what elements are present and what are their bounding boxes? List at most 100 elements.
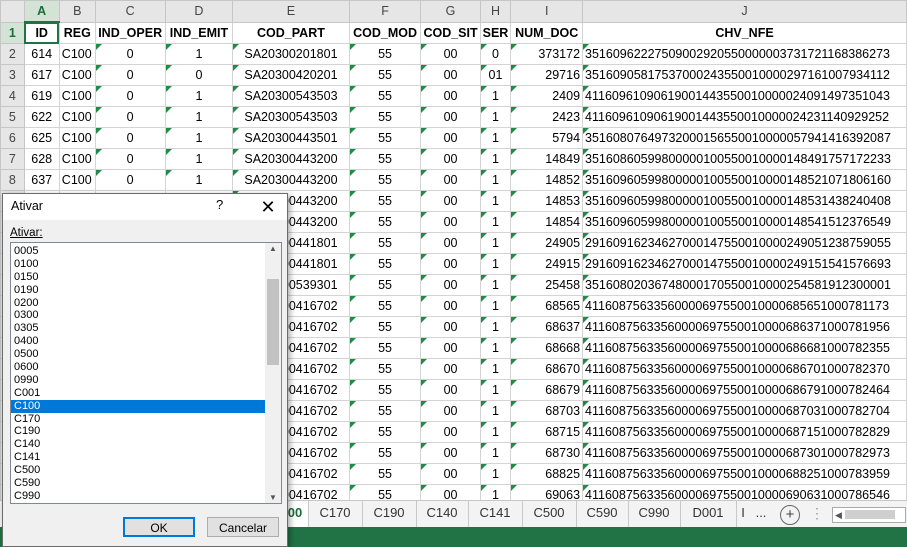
list-item[interactable]: C990 — [11, 490, 265, 503]
list-item[interactable]: C100 — [11, 400, 265, 413]
cell-g[interactable]: 00 — [421, 464, 480, 485]
list-item[interactable]: 0400 — [11, 335, 265, 348]
cell-j[interactable]: 4116096109061900144355001000002423114092… — [583, 107, 907, 128]
cell-i[interactable]: 25458 — [511, 275, 583, 296]
list-item[interactable]: 0600 — [11, 361, 265, 374]
list-item[interactable]: C190 — [11, 425, 265, 438]
cancel-button[interactable]: Cancelar — [207, 517, 279, 537]
cell-c[interactable]: 0 — [95, 86, 165, 107]
scroll-left-icon[interactable]: ◀ — [835, 508, 842, 522]
cell-g[interactable]: 00 — [421, 65, 480, 86]
cell-h[interactable]: 1 — [480, 296, 511, 317]
sheet-tab-c141[interactable]: C141 — [468, 501, 523, 527]
list-item[interactable]: 0990 — [11, 374, 265, 387]
cell-a[interactable]: 625 — [24, 128, 59, 149]
cell-h[interactable]: 1 — [480, 359, 511, 380]
cell-f[interactable]: 55 — [349, 86, 421, 107]
cell-j[interactable]: 4116087563356000069755001000068637100078… — [583, 317, 907, 338]
cell-i[interactable]: 14854 — [511, 212, 583, 233]
cell-g[interactable]: 00 — [421, 338, 480, 359]
cell-j[interactable]: 2916091623462700014755001000024905123875… — [583, 233, 907, 254]
row-number[interactable]: 5 — [1, 107, 25, 128]
cell-g[interactable]: 00 — [421, 44, 480, 65]
list-item[interactable]: 0300 — [11, 309, 265, 322]
sheet-tab-c590[interactable]: C590 — [576, 501, 629, 527]
cell-b[interactable]: C100 — [59, 149, 95, 170]
column-header-b[interactable]: B — [59, 1, 95, 23]
cell-g[interactable]: 00 — [421, 128, 480, 149]
header-cell[interactable]: REG — [59, 22, 95, 44]
cell-f[interactable]: 55 — [349, 65, 421, 86]
cell-d[interactable]: 1 — [165, 86, 233, 107]
cell-f[interactable]: 55 — [349, 233, 421, 254]
ok-button[interactable]: OK — [123, 517, 195, 537]
row-number[interactable]: 1 — [1, 22, 25, 44]
cell-g[interactable]: 00 — [421, 233, 480, 254]
cell-d[interactable]: 0 — [165, 65, 233, 86]
cell-h[interactable]: 01 — [480, 65, 511, 86]
cell-j[interactable]: 3516096059980000010055001000014853143824… — [583, 191, 907, 212]
cell-b[interactable]: C100 — [59, 170, 95, 191]
cell-d[interactable]: 1 — [165, 128, 233, 149]
column-header-g[interactable]: G — [421, 1, 480, 23]
cell-j[interactable]: 4116087563356000069755001000068703100078… — [583, 401, 907, 422]
cell-e[interactable]: SA20300543503 — [233, 107, 349, 128]
sheet-tab-c500[interactable]: C500 — [522, 501, 577, 527]
cell-j[interactable]: 4116087563356000069755001000069063100078… — [583, 485, 907, 501]
row-number[interactable]: 3 — [1, 65, 25, 86]
scroll-down-icon[interactable]: ▼ — [265, 493, 281, 502]
cell-j[interactable]: 4116087563356000069755001000068825100078… — [583, 464, 907, 485]
cell-i[interactable]: 24905 — [511, 233, 583, 254]
cell-i[interactable]: 68730 — [511, 443, 583, 464]
cell-f[interactable]: 55 — [349, 254, 421, 275]
cell-g[interactable]: 00 — [421, 149, 480, 170]
cell-j[interactable]: 4116087563356000069755001000068715100078… — [583, 422, 907, 443]
cell-f[interactable]: 55 — [349, 359, 421, 380]
cell-f[interactable]: 55 — [349, 44, 421, 65]
horizontal-scrollbar[interactable]: ◀ — [832, 507, 906, 523]
cell-c[interactable]: 0 — [95, 149, 165, 170]
cell-h[interactable]: 1 — [480, 380, 511, 401]
cell-j[interactable]: 3516080203674800017055001000025458191230… — [583, 275, 907, 296]
cell-g[interactable]: 00 — [421, 107, 480, 128]
header-cell[interactable]: COD_PART — [233, 22, 349, 44]
cell-i[interactable]: 68679 — [511, 380, 583, 401]
cell-e[interactable]: SA20300543503 — [233, 86, 349, 107]
cell-g[interactable]: 00 — [421, 380, 480, 401]
cell-i[interactable]: 14853 — [511, 191, 583, 212]
header-cell[interactable]: IND_OPER — [95, 22, 165, 44]
cell-a[interactable]: 637 — [24, 170, 59, 191]
list-item[interactable]: C500 — [11, 464, 265, 477]
listbox-scroll-thumb[interactable] — [267, 279, 279, 365]
cell-h[interactable]: 1 — [480, 128, 511, 149]
row-number[interactable]: 2 — [1, 44, 25, 65]
cell-a[interactable]: 619 — [24, 86, 59, 107]
cell-h[interactable]: 1 — [480, 254, 511, 275]
cell-h[interactable]: 1 — [480, 422, 511, 443]
row-number[interactable]: 7 — [1, 149, 25, 170]
cell-b[interactable]: C100 — [59, 44, 95, 65]
cell-h[interactable]: 1 — [480, 317, 511, 338]
cell-b[interactable]: C100 — [59, 128, 95, 149]
cell-h[interactable]: 1 — [480, 149, 511, 170]
cell-f[interactable]: 55 — [349, 401, 421, 422]
cell-i[interactable]: 373172 — [511, 44, 583, 65]
cell-e[interactable]: SA20300443200 — [233, 170, 349, 191]
list-item[interactable]: C141 — [11, 451, 265, 464]
cell-h[interactable]: 1 — [480, 212, 511, 233]
cell-b[interactable]: C100 — [59, 65, 95, 86]
header-cell[interactable]: COD_MOD — [349, 22, 421, 44]
column-header-e[interactable]: E — [233, 1, 349, 23]
cell-i[interactable]: 68825 — [511, 464, 583, 485]
cell-g[interactable]: 00 — [421, 170, 480, 191]
cell-g[interactable]: 00 — [421, 422, 480, 443]
cell-g[interactable]: 00 — [421, 443, 480, 464]
cell-c[interactable]: 0 — [95, 107, 165, 128]
cell-j[interactable]: 3516086059980000010055001000014849175717… — [583, 149, 907, 170]
sheet-listbox[interactable]: 0005010001500190020003000305040005000600… — [10, 242, 282, 504]
cell-a[interactable]: 622 — [24, 107, 59, 128]
header-cell[interactable]: NUM_DOC — [511, 22, 583, 44]
sheet-tab-c190[interactable]: C190 — [362, 501, 417, 527]
cell-d[interactable]: 1 — [165, 107, 233, 128]
column-header-h[interactable]: H — [480, 1, 511, 23]
